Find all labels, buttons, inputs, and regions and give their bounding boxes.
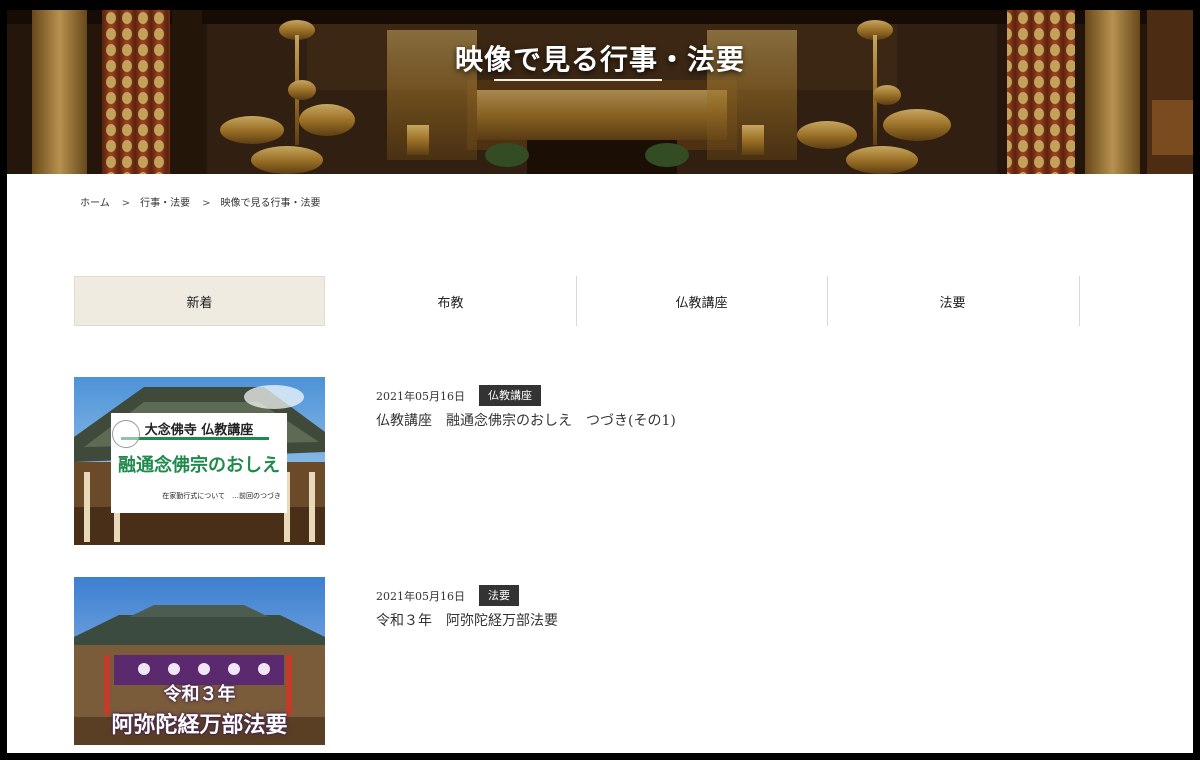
breadcrumb-separator: >	[121, 198, 131, 209]
tab-new[interactable]: 新着	[74, 276, 325, 326]
page-title: 映像で見る行事・法要	[454, 43, 745, 76]
logo-emblem	[112, 420, 140, 448]
category-badge[interactable]: 法要	[479, 585, 519, 606]
tab-buddhism-lecture[interactable]: 仏教講座	[576, 276, 827, 326]
breadcrumb-events[interactable]: 行事・法要	[140, 198, 190, 209]
breadcrumb: ホーム > 行事・法要 > 映像で見る行事・法要	[80, 194, 326, 209]
post-title[interactable]: 令和３年 阿弥陀経万部法要	[376, 610, 558, 630]
tab-sermon[interactable]: 布教	[325, 276, 576, 326]
thumbnail-event-text: 阿弥陀経万部法要	[111, 712, 288, 738]
temple-altar-image	[7, 10, 1193, 174]
thumbnail-year-text: 令和３年	[163, 684, 236, 705]
thumbnail-sub-text: 在家勤行式について …前回のつづき	[162, 492, 281, 500]
category-badge[interactable]: 仏教講座	[479, 385, 541, 406]
post-date: 2021年05月16日	[376, 589, 465, 603]
tab-memorial-service[interactable]: 法要	[827, 276, 1078, 326]
post-meta: 2021年05月16日 仏教講座	[376, 385, 541, 406]
breadcrumb-separator: >	[202, 198, 211, 209]
post-date: 2021年05月16日	[376, 389, 465, 403]
page-frame: 映像で見る行事・法要 ホーム > 行事・法要 > 映像で見る行事・法要 新着 布教 仏教…	[7, 10, 1193, 753]
thumbnail-rule	[121, 437, 269, 440]
post-title[interactable]: 仏教講座 融通念佛宗のおしえ つづき(その1)	[376, 410, 676, 430]
breadcrumb-home[interactable]: ホーム	[80, 198, 110, 209]
post-thumbnail[interactable]: 大念佛寺 仏教講座 融通念佛宗のおしえ 在家勤行式について …前回のつづき	[74, 377, 325, 545]
thumbnail-main-text: 融通念佛宗のおしえ	[118, 455, 280, 476]
post-thumbnail[interactable]: 令和３年 阿弥陀経万部法要	[74, 577, 325, 745]
tab-divider	[1079, 276, 1080, 326]
title-underline	[494, 79, 662, 81]
post-meta: 2021年05月16日 法要	[376, 585, 519, 606]
category-tabs: 新着 布教 仏教講座 法要	[74, 276, 1080, 326]
breadcrumb-current: 映像で見る行事・法要	[220, 198, 321, 209]
hero-banner: 映像で見る行事・法要	[7, 10, 1193, 174]
